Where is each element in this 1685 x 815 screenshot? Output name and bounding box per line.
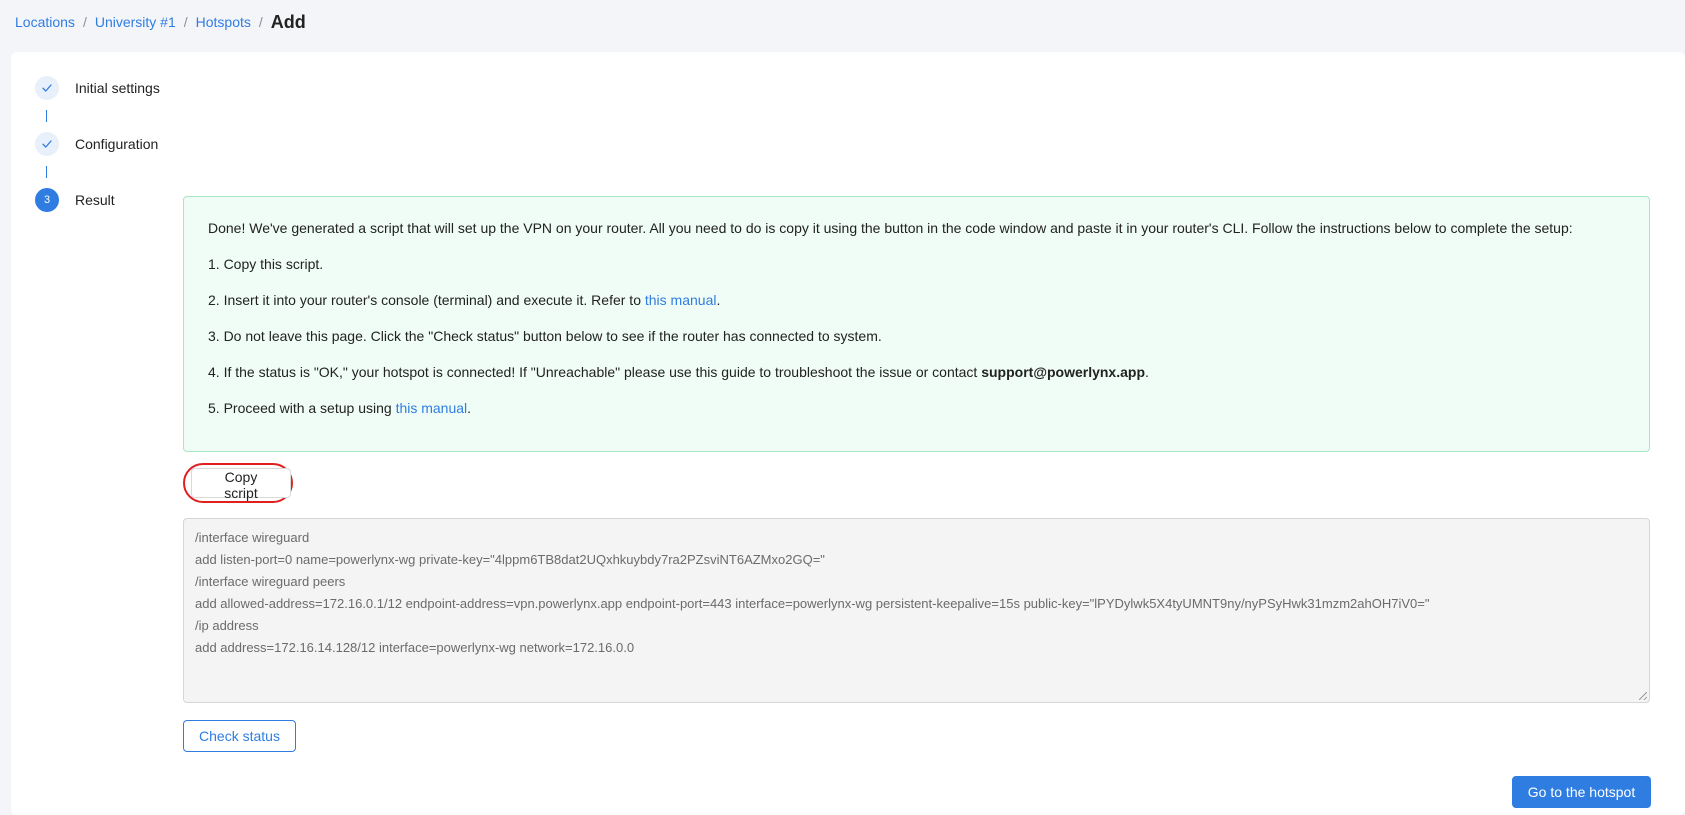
- check-icon: [35, 76, 59, 100]
- step-initial-settings: Initial settings: [35, 76, 160, 100]
- setup-manual-link[interactable]: this manual: [396, 400, 468, 416]
- step-connector: [46, 110, 47, 122]
- resize-handle-icon[interactable]: [1639, 692, 1647, 700]
- breadcrumb-hotspots[interactable]: Hotspots: [196, 14, 251, 30]
- manual-link[interactable]: this manual: [645, 292, 717, 308]
- step-number: 3: [35, 188, 59, 212]
- step-label: Result: [75, 192, 115, 208]
- go-to-hotspot-button[interactable]: Go to the hotspot: [1512, 776, 1651, 808]
- check-status-button[interactable]: Check status: [183, 720, 296, 752]
- check-icon: [35, 132, 59, 156]
- instruction-step-4: 4. If the status is "OK," your hotspot i…: [208, 364, 1149, 380]
- script-line: /interface wireguard peers: [195, 574, 346, 589]
- breadcrumb-locations[interactable]: Locations: [15, 14, 75, 30]
- copy-script-button[interactable]: Copy script: [191, 468, 291, 501]
- instruction-step-1: 1. Copy this script.: [208, 256, 324, 272]
- wizard-steps: Initial settings Configuration 3 Result: [35, 76, 160, 212]
- step-label: Configuration: [75, 136, 159, 152]
- breadcrumb-separator: /: [258, 14, 263, 30]
- breadcrumb: Locations / University #1 / Hotspots / A…: [15, 10, 306, 34]
- step-connector: [46, 166, 47, 178]
- breadcrumb-separator: /: [82, 14, 87, 30]
- step-label: Initial settings: [75, 80, 160, 96]
- script-line: add listen-port=0 name=powerlynx-wg priv…: [195, 552, 825, 567]
- page-title: Add: [270, 11, 306, 32]
- instruction-step-2: 2. Insert it into your router's console …: [208, 292, 721, 308]
- instruction-step-3: 3. Do not leave this page. Click the "Ch…: [208, 328, 882, 344]
- script-line: add address=172.16.14.128/12 interface=p…: [195, 640, 635, 655]
- script-line: /interface wireguard: [195, 530, 310, 545]
- copy-button-highlight: Copy script: [183, 463, 293, 503]
- step-configuration: Configuration: [35, 132, 160, 156]
- script-code-area[interactable]: /interface wireguard add listen-port=0 n…: [183, 518, 1650, 703]
- breadcrumb-separator: /: [183, 14, 188, 30]
- instruction-step-5: 5. Proceed with a setup using this manua…: [208, 400, 472, 416]
- breadcrumb-location[interactable]: University #1: [95, 14, 176, 30]
- instructions-intro: Done! We've generated a script that will…: [208, 220, 1573, 236]
- instructions-alert: Done! We've generated a script that will…: [183, 196, 1650, 452]
- support-email: support@powerlynx.app: [981, 364, 1145, 380]
- step-result: 3 Result: [35, 188, 160, 212]
- script-line: add allowed-address=172.16.0.1/12 endpoi…: [195, 596, 1430, 611]
- script-line: /ip address: [195, 618, 259, 633]
